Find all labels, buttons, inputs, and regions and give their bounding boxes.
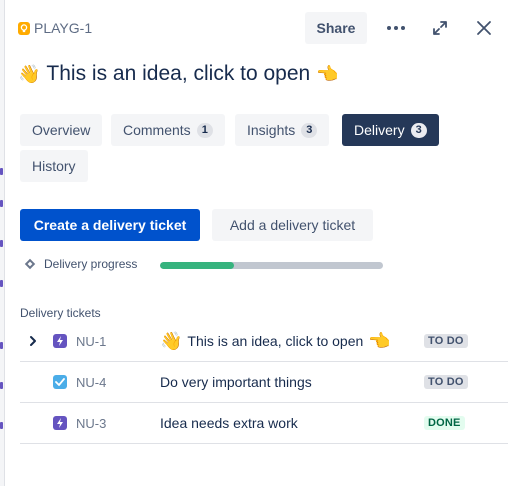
delivery-tickets-list: NU-1 👋 This is an idea, click to open 👈 … xyxy=(20,321,508,444)
ticket-summary[interactable]: Do very important things xyxy=(160,374,312,390)
tab-label: Insights xyxy=(247,122,296,138)
tab-label: History xyxy=(32,158,76,174)
idea-bulb-icon xyxy=(18,21,30,35)
ticket-summary[interactable]: Idea needs extra work xyxy=(160,415,298,431)
chevron-right-icon[interactable] xyxy=(26,334,40,348)
strip-marker xyxy=(0,280,3,287)
tab-overview[interactable]: Overview xyxy=(20,114,103,146)
strip-marker xyxy=(0,342,3,349)
strip-marker xyxy=(0,382,3,389)
count-badge: 3 xyxy=(410,122,427,138)
progress-bar-fill xyxy=(160,262,234,269)
idea-title-text: This is an idea, click to open xyxy=(46,62,311,85)
ticket-key[interactable]: NU-3 xyxy=(76,416,106,431)
ticket-row[interactable]: NU-3 Idea needs extra work DONE xyxy=(20,403,508,444)
expand-icon xyxy=(433,21,447,35)
ticket-key[interactable]: NU-1 xyxy=(76,334,106,349)
status-badge: DONE xyxy=(424,416,465,430)
ticket-summary-text: This is an idea, click to open xyxy=(187,333,364,349)
diamond-icon xyxy=(24,258,36,270)
delivery-progress: Delivery progress xyxy=(24,257,137,271)
progress-label: Delivery progress xyxy=(44,257,138,271)
count-badge: 1 xyxy=(196,122,213,138)
left-panel-edge xyxy=(0,0,5,486)
pointing-hand-emoji: 👈 xyxy=(368,330,391,352)
count-badge: 3 xyxy=(301,122,318,138)
tab-label: Comments xyxy=(123,122,191,138)
waving-hand-emoji: 👋 xyxy=(18,63,41,85)
section-label: Delivery tickets xyxy=(20,306,101,320)
strip-marker xyxy=(0,422,3,429)
epic-icon xyxy=(53,334,67,348)
tab-label: Delivery xyxy=(354,122,405,138)
more-dots-icon xyxy=(387,26,405,30)
status-badge: TO DO xyxy=(424,375,468,389)
ticket-key[interactable]: NU-4 xyxy=(76,375,106,390)
tab-delivery[interactable]: Delivery 3 xyxy=(342,114,439,146)
share-button[interactable]: Share xyxy=(305,12,367,44)
more-actions-button[interactable] xyxy=(380,12,412,44)
issue-key-link[interactable]: PLAYG-1 xyxy=(18,20,92,36)
expand-button[interactable] xyxy=(424,12,456,44)
ticket-row[interactable]: NU-4 Do very important things TO DO xyxy=(20,362,508,403)
status-badge: TO DO xyxy=(424,334,468,348)
epic-icon xyxy=(53,416,67,430)
pointing-hand-emoji: 👈 xyxy=(316,63,339,85)
task-icon xyxy=(53,375,67,389)
tab-history[interactable]: History xyxy=(20,150,88,182)
waving-hand-emoji: 👋 xyxy=(160,330,183,352)
close-icon xyxy=(477,21,491,35)
ticket-row[interactable]: NU-1 👋 This is an idea, click to open 👈 … xyxy=(20,321,508,362)
idea-title[interactable]: 👋 This is an idea, click to open 👈 xyxy=(18,62,339,86)
tab-comments[interactable]: Comments 1 xyxy=(111,114,225,146)
issue-key: PLAYG-1 xyxy=(34,20,93,36)
strip-marker xyxy=(0,168,3,175)
ticket-summary[interactable]: 👋 This is an idea, click to open 👈 xyxy=(160,331,391,352)
add-delivery-ticket-button[interactable]: Add a delivery ticket xyxy=(212,209,373,241)
close-button[interactable] xyxy=(468,12,500,44)
progress-bar xyxy=(160,262,383,269)
strip-marker xyxy=(0,240,3,247)
tab-insights[interactable]: Insights 3 xyxy=(235,114,330,146)
create-delivery-ticket-button[interactable]: Create a delivery ticket xyxy=(20,209,200,241)
tab-label: Overview xyxy=(32,122,91,138)
strip-marker xyxy=(0,200,3,207)
